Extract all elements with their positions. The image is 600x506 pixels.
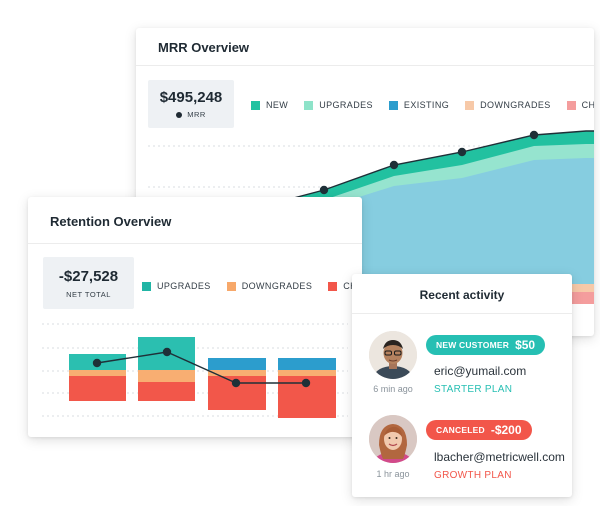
customer-email[interactable]: eric@yumail.com — [434, 364, 526, 378]
retention-bar-churn — [138, 382, 195, 401]
avatar-photo — [369, 331, 417, 379]
activity-card-header: Recent activity — [352, 274, 572, 314]
mrr-point — [529, 130, 539, 140]
activity-item[interactable]: 6 min ago NEW CUSTOMER $50 eric@yumail.c… — [352, 322, 572, 402]
status-badge: CANCELED -$200 — [426, 420, 532, 440]
customer-email[interactable]: lbacher@metricwell.com — [434, 450, 565, 464]
retention-bar-upgrades — [208, 358, 266, 370]
mrr-point — [389, 160, 399, 170]
retention-bar-chart — [42, 323, 348, 418]
status-badge-label: CANCELED — [436, 425, 485, 435]
retention-overview-card: Retention Overview -$27,528 NET TOTAL UP… — [28, 197, 362, 437]
retention-point — [301, 378, 311, 388]
retention-bar-downgrades — [69, 370, 126, 376]
retention-bar-downgrades — [208, 370, 266, 376]
retention-bar-downgrades — [278, 370, 336, 376]
activity-item[interactable]: 1 hr ago CANCELED -$200 lbacher@metricwe… — [352, 408, 572, 488]
avatar — [369, 415, 417, 463]
status-badge: NEW CUSTOMER $50 — [426, 335, 546, 355]
activity-time: 6 min ago — [373, 384, 413, 394]
recent-activity-card: Recent activity 6 min ago NEW CUSTOMER $… — [352, 274, 572, 497]
avatar-photo — [369, 415, 417, 463]
status-badge-label: NEW CUSTOMER — [436, 340, 510, 350]
status-badge-amount: -$200 — [490, 423, 522, 437]
avatar — [369, 331, 417, 379]
retention-point — [231, 378, 241, 388]
activity-card-title: Recent activity — [419, 288, 505, 302]
activity-time: 1 hr ago — [376, 469, 410, 479]
retention-bar-downgrades — [138, 370, 195, 382]
retention-point — [92, 358, 102, 368]
retention-bar-upgrades — [278, 358, 336, 370]
retention-point — [162, 347, 172, 357]
mrr-point — [319, 185, 329, 195]
customer-plan: GROWTH PLAN — [434, 470, 512, 481]
retention-bar-churn — [69, 376, 126, 401]
retention-net-line — [96, 351, 306, 384]
mrr-point — [457, 147, 467, 157]
status-badge-amount: $50 — [515, 338, 536, 352]
customer-plan: STARTER PLAN — [434, 384, 513, 395]
